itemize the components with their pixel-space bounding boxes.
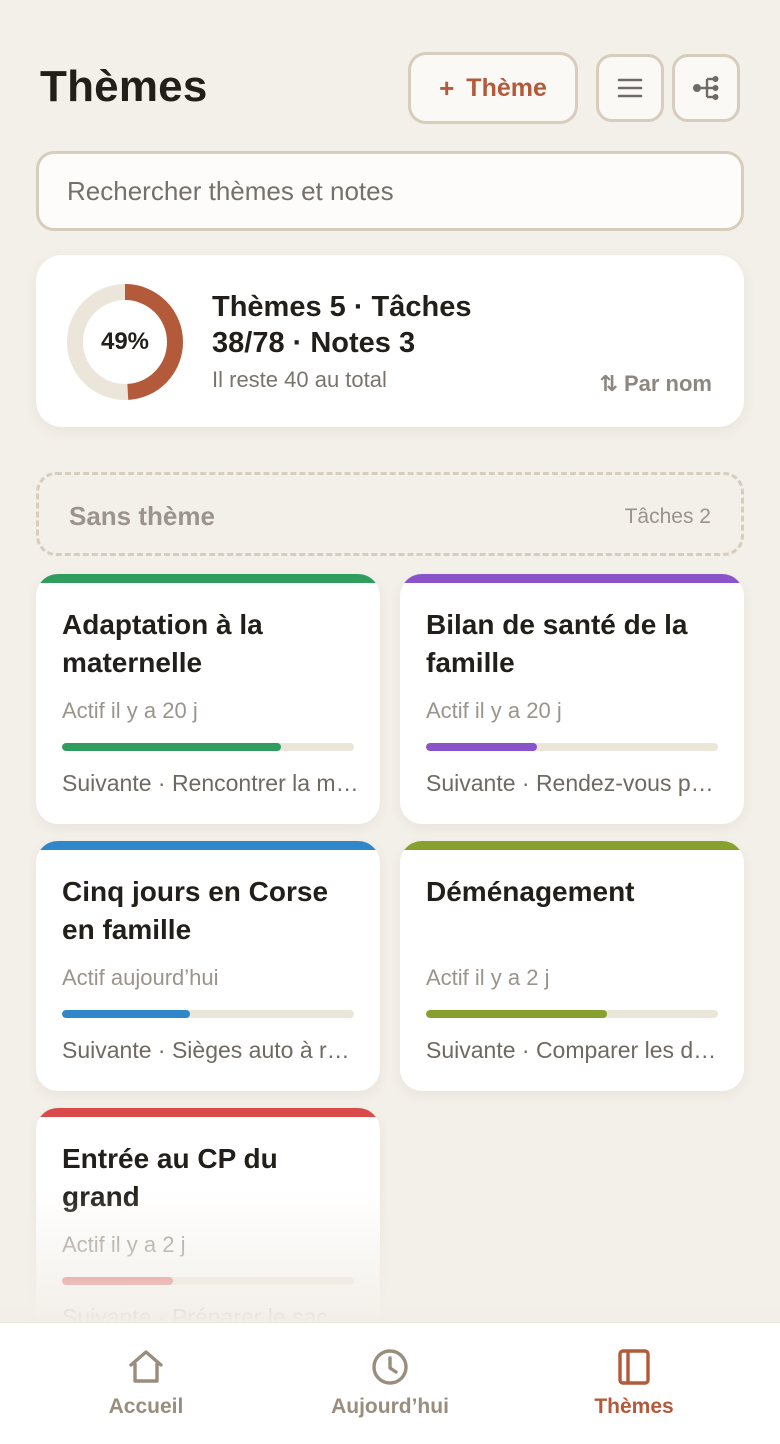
- theme-activity: Actif aujourd’hui: [62, 965, 219, 990]
- theme-progress-track: [62, 743, 354, 751]
- theme-progress-fill: [62, 1010, 191, 1018]
- home-icon: [129, 1350, 163, 1383]
- theme-progress-fill: [426, 743, 537, 751]
- theme-progress-track: [426, 1010, 718, 1018]
- theme-color-bar: [36, 1108, 380, 1117]
- theme-next-task: Suivante · Rendez-vous pédiatre: [426, 770, 726, 796]
- theme-color-bar: [400, 841, 744, 850]
- theme-progress-track: [62, 1277, 354, 1285]
- nav-home[interactable]: Accueil: [16, 1323, 276, 1444]
- theme-title: Adaptation à la maternelle: [62, 609, 263, 678]
- theme-progress-track: [426, 743, 718, 751]
- theme-card[interactable]: Bilan de santé de la famille Actif il y …: [400, 574, 744, 824]
- tree-view-button[interactable]: [672, 54, 740, 122]
- theme-next-task: Suivante · Sièges auto à réserver: [62, 1037, 362, 1063]
- theme-activity: Actif il y a 20 j: [426, 698, 562, 723]
- summary-card: 49% Thèmes 5 · Tâches 38/78 · Notes 3 Il…: [36, 255, 744, 427]
- list-view-button[interactable]: [596, 54, 664, 122]
- no-theme-group[interactable]: Sans thème Tâches 2: [36, 472, 744, 556]
- theme-title: Entrée au CP du grand: [62, 1143, 278, 1212]
- bottom-navigation: Accueil Aujourd’hui Thèmes: [0, 1322, 780, 1444]
- theme-progress-fill: [62, 743, 281, 751]
- nav-today-label: Aujourd’hui: [331, 1395, 449, 1418]
- nav-today[interactable]: Aujourd’hui: [260, 1323, 520, 1444]
- plus-icon: +: [439, 72, 455, 103]
- add-theme-label: Thème: [466, 73, 547, 102]
- no-theme-title: Sans thème: [69, 501, 215, 531]
- list-icon: [617, 78, 643, 98]
- app-header: Thèmes + Thème: [0, 0, 780, 150]
- nav-themes-label: Thèmes: [594, 1395, 674, 1418]
- no-theme-task-count: Tâches 2: [624, 505, 711, 528]
- theme-progress-fill: [426, 1010, 608, 1018]
- summary-remaining: Il reste 40 au total: [212, 367, 387, 392]
- page-title: Thèmes: [40, 62, 208, 111]
- theme-activity: Actif il y a 2 j: [426, 965, 550, 990]
- add-theme-button[interactable]: + Thème: [408, 52, 578, 124]
- theme-color-bar: [36, 841, 380, 850]
- progress-percent: 49%: [100, 328, 150, 355]
- theme-progress-track: [62, 1010, 354, 1018]
- nav-themes[interactable]: Thèmes: [504, 1323, 764, 1444]
- tree-icon: [693, 76, 719, 100]
- theme-color-bar: [400, 574, 744, 583]
- theme-card[interactable]: Déménagement Actif il y a 2 j Suivante ·…: [400, 841, 744, 1091]
- theme-title: Déménagement: [426, 876, 635, 907]
- theme-card[interactable]: Entrée au CP du grand Actif il y a 2 j S…: [36, 1108, 380, 1358]
- search-input[interactable]: [67, 175, 713, 207]
- notebook-icon: [618, 1349, 650, 1385]
- theme-card[interactable]: Adaptation à la maternelle Actif il y a …: [36, 574, 380, 824]
- sort-button[interactable]: ⇅ Par nom: [599, 371, 712, 397]
- theme-next-task: Suivante · Comparer les devis: [426, 1037, 726, 1063]
- theme-activity: Actif il y a 20 j: [62, 698, 198, 723]
- summary-stats: Thèmes 5 · Tâches 38/78 · Notes 3: [212, 291, 472, 359]
- search-field[interactable]: [36, 151, 744, 231]
- theme-color-bar: [36, 574, 380, 583]
- theme-activity: Actif il y a 2 j: [62, 1232, 186, 1257]
- theme-card[interactable]: Cinq jours en Corse en famille Actif auj…: [36, 841, 380, 1091]
- clock-icon: [372, 1349, 408, 1385]
- theme-title: Bilan de santé de la famille: [426, 609, 688, 678]
- theme-title: Cinq jours en Corse en famille: [62, 876, 329, 945]
- nav-home-label: Accueil: [108, 1395, 184, 1418]
- theme-progress-fill: [62, 1277, 173, 1285]
- theme-next-task: Suivante · Rencontrer la maîtresse: [62, 770, 362, 796]
